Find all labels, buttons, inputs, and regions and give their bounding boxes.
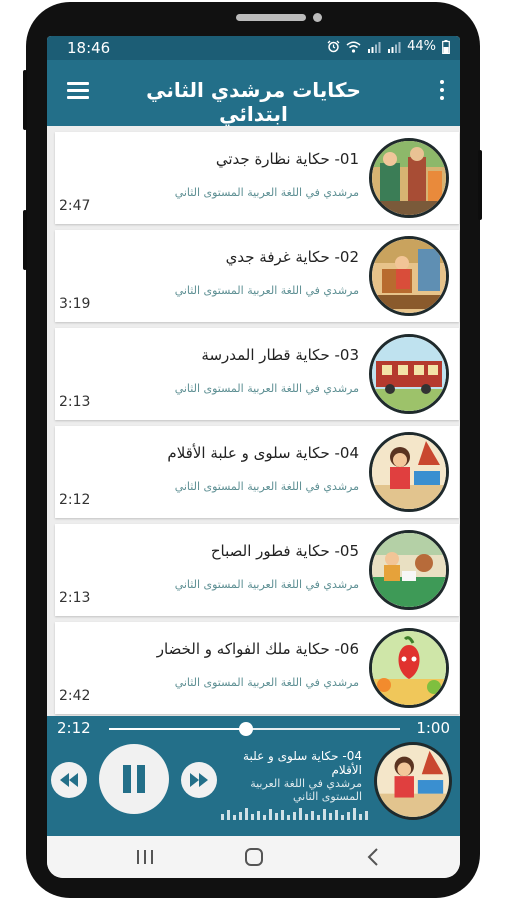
pause-icon bbox=[123, 765, 145, 793]
story-subtitle: مرشدي في اللغة العربية المستوى الثاني bbox=[174, 186, 359, 199]
story-duration: 2:42 bbox=[59, 688, 91, 704]
story-title: 03- حكاية قطار المدرسة bbox=[201, 346, 359, 364]
home-button[interactable] bbox=[224, 836, 284, 878]
bixby-button bbox=[23, 210, 27, 270]
story-item[interactable]: 01- حكاية نظارة جدتي مرشدي في اللغة العر… bbox=[55, 132, 459, 224]
power-button bbox=[478, 150, 482, 220]
signal-icon bbox=[368, 41, 381, 53]
battery-percent: 44% bbox=[407, 39, 436, 54]
equalizer-icon bbox=[221, 808, 368, 820]
story-subtitle: مرشدي في اللغة العربية المستوى الثاني bbox=[174, 382, 359, 395]
menu-icon[interactable] bbox=[67, 82, 89, 100]
story-duration: 2:47 bbox=[59, 198, 91, 214]
story-thumbnail bbox=[369, 628, 449, 708]
recent-apps-button[interactable] bbox=[115, 836, 175, 878]
signal-2-icon bbox=[388, 41, 401, 53]
status-icons: 44% bbox=[327, 39, 450, 54]
home-icon bbox=[245, 848, 263, 866]
story-thumbnail bbox=[369, 530, 449, 610]
story-duration: 3:19 bbox=[59, 296, 91, 312]
seek-thumb[interactable] bbox=[238, 722, 253, 736]
back-button[interactable] bbox=[343, 836, 403, 878]
story-title: 05- حكاية فطور الصباح bbox=[210, 542, 359, 560]
seek-bar[interactable] bbox=[109, 722, 400, 736]
story-title: 02- حكاية غرفة جدي bbox=[225, 248, 359, 266]
media-player: 2:12 1:00 04- حكاية سلوى و علبة الأقلام bbox=[47, 716, 460, 836]
status-time: 18:46 bbox=[67, 39, 111, 57]
recent-apps-icon bbox=[137, 850, 153, 864]
now-playing-thumbnail bbox=[374, 742, 452, 820]
story-item[interactable]: 02- حكاية غرفة جدي مرشدي في اللغة العربي… bbox=[55, 230, 459, 322]
back-icon bbox=[367, 848, 378, 866]
story-duration: 2:13 bbox=[59, 590, 91, 606]
story-duration: 2:13 bbox=[59, 394, 91, 410]
next-button[interactable] bbox=[181, 762, 217, 798]
story-thumbnail bbox=[369, 334, 449, 414]
previous-button[interactable] bbox=[51, 762, 87, 798]
seek-progress bbox=[109, 728, 246, 730]
story-subtitle: مرشدي في اللغة العربية المستوى الثاني bbox=[174, 284, 359, 297]
speaker-grille bbox=[236, 14, 306, 21]
story-thumbnail bbox=[369, 432, 449, 512]
story-item[interactable]: 03- حكاية قطار المدرسة مرشدي في اللغة ال… bbox=[55, 328, 459, 420]
story-list: 01- حكاية نظارة جدتي مرشدي في اللغة العر… bbox=[55, 132, 459, 720]
story-item[interactable]: 06- حكاية ملك الفواكه و الخضار مرشدي في … bbox=[55, 622, 459, 714]
story-title: 06- حكاية ملك الفواكه و الخضار bbox=[156, 640, 359, 658]
system-nav-bar bbox=[47, 836, 460, 878]
story-thumbnail bbox=[369, 138, 449, 218]
screen: 18:46 44% حكايات مرشدي الثاني ابتدائي 01… bbox=[47, 36, 460, 878]
story-subtitle: مرشدي في اللغة العربية المستوى الثاني bbox=[174, 676, 359, 689]
app-title: حكايات مرشدي الثاني ابتدائي bbox=[146, 78, 361, 126]
story-duration: 2:12 bbox=[59, 492, 91, 508]
story-thumbnail bbox=[369, 236, 449, 316]
more-options-icon[interactable] bbox=[438, 80, 446, 104]
now-playing-subtitle: مرشدي في اللغة العربية المستوى الثاني bbox=[250, 777, 362, 803]
now-playing-title: 04- حكاية سلوى و علبة الأقلام bbox=[243, 749, 362, 777]
play-pause-button[interactable] bbox=[99, 744, 169, 814]
story-subtitle: مرشدي في اللغة العربية المستوى الثاني bbox=[174, 578, 359, 591]
story-item[interactable]: 04- حكاية سلوى و علبة الأقلام مرشدي في ا… bbox=[55, 426, 459, 518]
elapsed-time: 2:12 bbox=[57, 719, 91, 737]
total-time: 1:00 bbox=[416, 719, 450, 737]
camera-dot bbox=[313, 13, 322, 22]
story-item[interactable]: 05- حكاية فطور الصباح مرشدي في اللغة الع… bbox=[55, 524, 459, 616]
rewind-icon bbox=[60, 773, 78, 787]
story-subtitle: مرشدي في اللغة العربية المستوى الثاني bbox=[174, 480, 359, 493]
fast-forward-icon bbox=[190, 773, 208, 787]
story-title: 01- حكاية نظارة جدتي bbox=[215, 150, 359, 168]
status-bar: 18:46 44% bbox=[47, 36, 460, 60]
battery-icon bbox=[442, 39, 450, 54]
alarm-icon bbox=[327, 40, 340, 53]
wifi-icon bbox=[346, 41, 361, 53]
volume-button bbox=[23, 70, 27, 130]
app-bar: حكايات مرشدي الثاني ابتدائي bbox=[47, 60, 460, 126]
story-title: 04- حكاية سلوى و علبة الأقلام bbox=[167, 444, 359, 462]
